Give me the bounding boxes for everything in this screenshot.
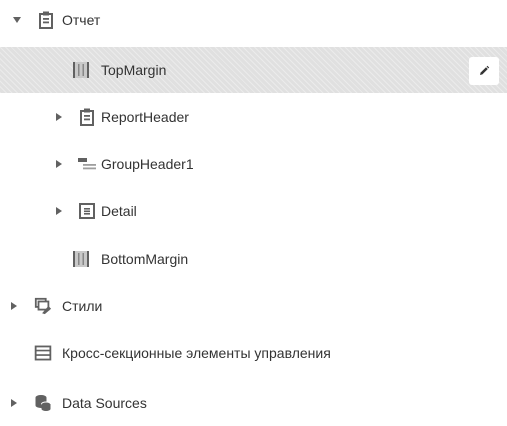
tree-node-styles[interactable]: Стили bbox=[0, 283, 507, 329]
expand-arrow-right-icon[interactable] bbox=[53, 111, 65, 123]
expand-arrow-right-icon[interactable] bbox=[53, 158, 65, 170]
tree-node-cross-band[interactable]: Кросс-секционные элементы управления bbox=[0, 330, 507, 376]
tree-node-label: ReportHeader bbox=[101, 109, 189, 125]
expand-arrow-right-icon[interactable] bbox=[8, 300, 20, 312]
expand-arrow-right-icon[interactable] bbox=[53, 205, 65, 217]
cross-band-icon bbox=[34, 344, 52, 362]
data-sources-icon bbox=[34, 394, 52, 412]
tree-node-label: BottomMargin bbox=[101, 251, 189, 267]
tree-node-data-sources[interactable]: Data Sources bbox=[0, 380, 507, 426]
styles-icon bbox=[34, 297, 52, 315]
tree-node-reportheader[interactable]: ReportHeader bbox=[0, 94, 507, 140]
margin-band-icon bbox=[72, 250, 90, 268]
expand-arrow-down-icon[interactable] bbox=[11, 14, 23, 26]
tree-node-report[interactable]: Отчет bbox=[0, 0, 507, 43]
report-icon bbox=[37, 11, 55, 29]
tree-node-label: Кросс-секционные элементы управления bbox=[62, 345, 331, 361]
tree-node-detail[interactable]: Detail bbox=[0, 188, 507, 234]
tree-node-label: GroupHeader1 bbox=[101, 156, 194, 172]
tree-node-topmargin[interactable]: TopMargin bbox=[0, 47, 507, 93]
edit-button[interactable] bbox=[469, 57, 499, 85]
tree-node-label: Data Sources bbox=[62, 395, 147, 411]
pencil-icon bbox=[478, 65, 490, 77]
tree-node-label: Отчет bbox=[62, 12, 101, 28]
tree-node-groupheader1[interactable]: GroupHeader1 bbox=[0, 141, 507, 187]
tree-node-label: Detail bbox=[101, 203, 137, 219]
tree-node-label: Стили bbox=[62, 298, 103, 314]
report-header-icon bbox=[78, 108, 96, 126]
tree-node-label: TopMargin bbox=[101, 62, 167, 78]
margin-band-icon bbox=[72, 61, 90, 79]
group-header-icon bbox=[78, 155, 96, 173]
detail-band-icon bbox=[78, 202, 96, 220]
expand-arrow-right-icon[interactable] bbox=[8, 397, 20, 409]
tree-node-bottommargin[interactable]: BottomMargin bbox=[0, 236, 507, 282]
